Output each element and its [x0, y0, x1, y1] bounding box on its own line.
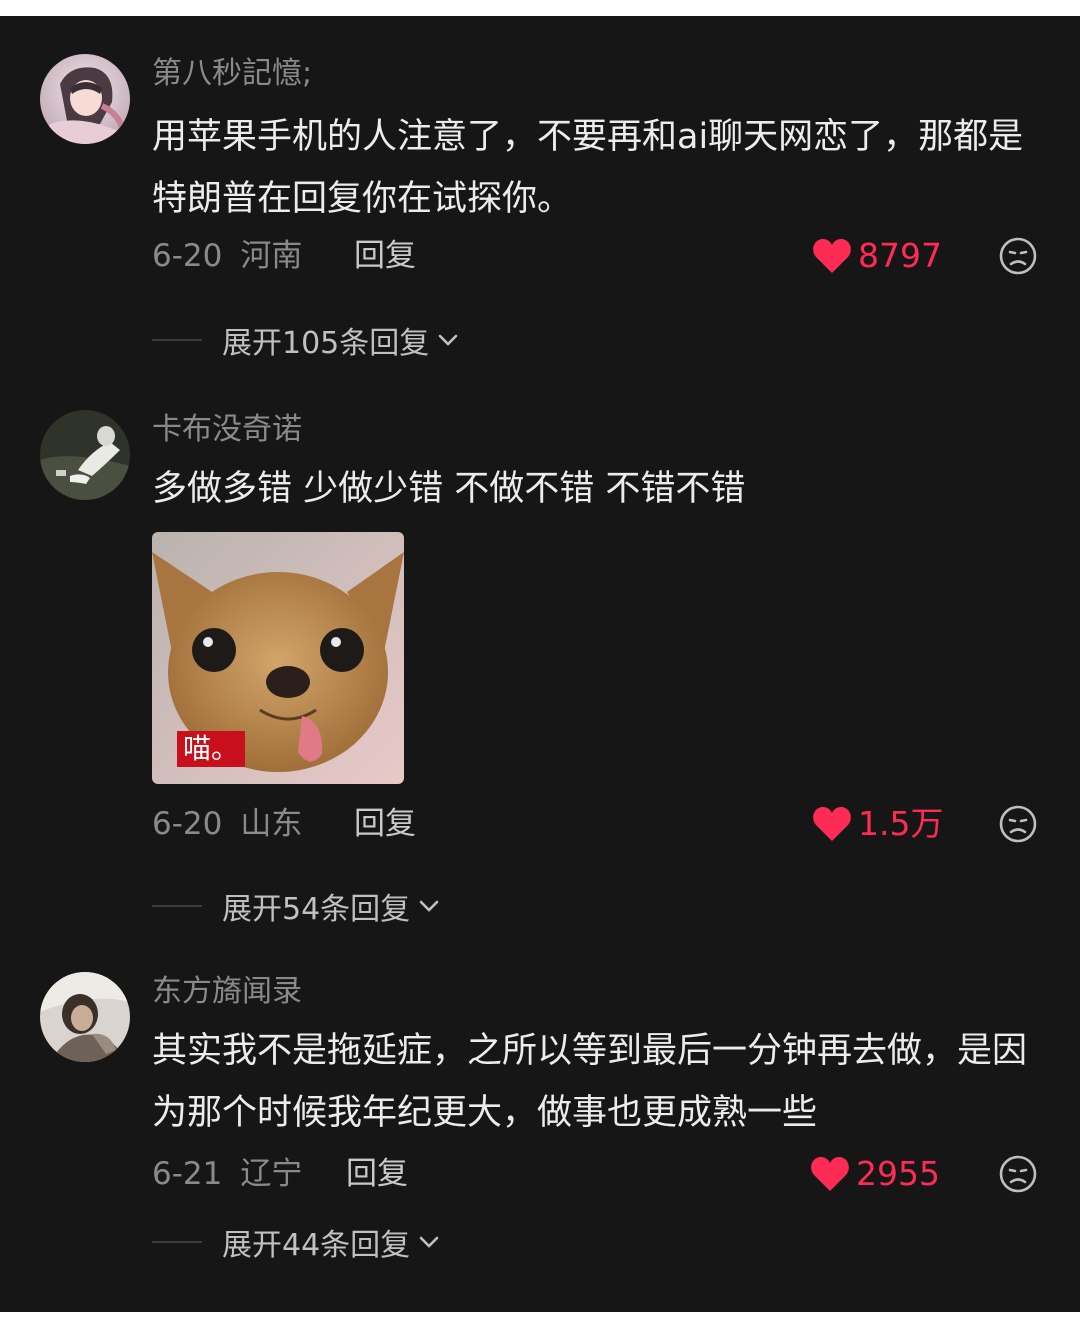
reply-button[interactable]: 回复: [354, 234, 416, 278]
comment-region: 山东: [240, 806, 303, 842]
heart-icon: [811, 1157, 849, 1191]
dislike-icon[interactable]: [998, 1154, 1038, 1194]
comment-text: 其实我不是拖延症，之所以等到最后一分钟再去做，是因为那个时候我年纪更大，做事也更…: [152, 1031, 1028, 1133]
expand-replies-button[interactable]: 展开105条回复: [152, 320, 459, 361]
avatar[interactable]: [40, 972, 130, 1062]
expand-replies-button[interactable]: 展开54条回复: [152, 886, 440, 927]
divider-line: [152, 339, 202, 341]
like-count: 1.5万: [858, 804, 944, 843]
chevron-down-icon: [419, 900, 439, 912]
comment-date: 6-21: [152, 1156, 223, 1192]
reply-button[interactable]: 回复: [354, 802, 416, 846]
username[interactable]: 东方旖闻录: [152, 972, 302, 1012]
comment-meta: 6-20 河南 回复 8797: [152, 234, 1042, 278]
divider-line: [152, 1241, 202, 1243]
like-button[interactable]: 2955: [810, 1152, 940, 1196]
like-count: 2955: [856, 1154, 940, 1193]
like-button[interactable]: 1.5万: [812, 802, 943, 846]
date-region: 6-20 河南: [152, 234, 302, 278]
sticker-image[interactable]: 喵。: [152, 532, 404, 784]
like-button[interactable]: 8797: [812, 234, 942, 278]
comment-meta: 6-21 辽宁 回复 2955: [152, 1152, 1042, 1196]
divider-line: [152, 905, 202, 907]
reply-button[interactable]: 回复: [346, 1152, 408, 1196]
comment-date: 6-20: [152, 806, 223, 842]
comment-region: 辽宁: [240, 1156, 303, 1192]
dislike-icon[interactable]: [998, 804, 1038, 844]
sticker-caption: 喵。: [177, 731, 246, 767]
expand-replies-label: 展开105条回复: [222, 326, 430, 361]
username[interactable]: 第八秒記憶;: [152, 54, 312, 94]
comment-text: 多做多错 少做少错 不做不错 不错不错: [152, 469, 746, 509]
comment-region: 河南: [240, 238, 303, 274]
comment-date: 6-20: [152, 238, 223, 274]
heart-icon: [813, 807, 851, 841]
date-region: 6-21 辽宁: [152, 1152, 302, 1196]
dislike-icon[interactable]: [998, 236, 1038, 276]
date-region: 6-20 山东: [152, 802, 302, 846]
chevron-down-icon: [419, 1236, 439, 1248]
comment-list: 第八秒記憶; 用苹果手机的人注意了，不要再和ai聊天网恋了，那都是特朗普在回复你…: [0, 16, 1080, 1312]
heart-icon: [813, 239, 851, 273]
chevron-down-icon: [438, 334, 458, 346]
comment-text: 用苹果手机的人注意了，不要再和ai聊天网恋了，那都是特朗普在回复你在试探你。: [152, 117, 1024, 219]
like-count: 8797: [858, 236, 942, 275]
avatar[interactable]: [40, 54, 130, 144]
comment-meta: 6-20 山东 回复 1.5万: [152, 802, 1042, 846]
expand-replies-label: 展开44条回复: [222, 1228, 411, 1263]
expand-replies-label: 展开54条回复: [222, 892, 411, 927]
avatar[interactable]: [40, 410, 130, 500]
username[interactable]: 卡布没奇诺: [152, 410, 302, 450]
expand-replies-button[interactable]: 展开44条回复: [152, 1222, 440, 1263]
